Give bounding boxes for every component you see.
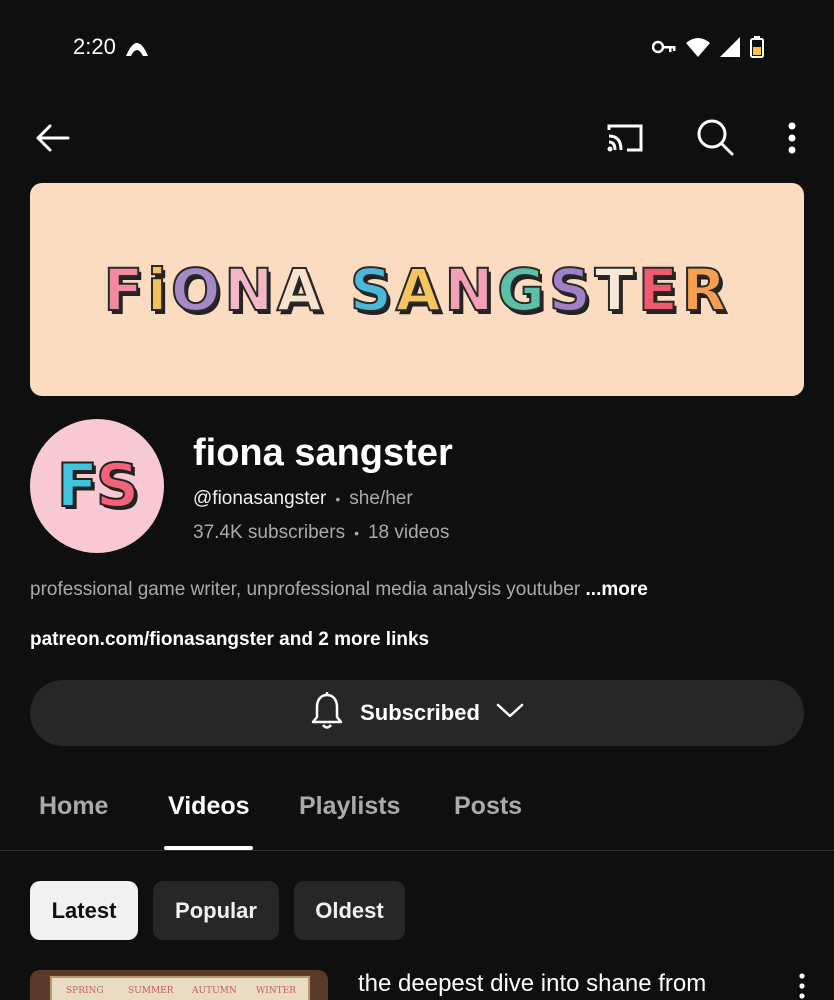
tab-home[interactable]: Home xyxy=(39,792,108,821)
thumb-label: AUTUMN xyxy=(192,986,237,996)
status-time: 2:20 xyxy=(73,34,116,59)
banner-letter: A xyxy=(276,255,326,325)
subscribed-label: Subscribed xyxy=(360,700,480,725)
channel-avatar[interactable]: FS xyxy=(30,419,164,553)
avatar-letter-f: F xyxy=(56,450,99,522)
thumb-label: WINTER xyxy=(256,986,297,996)
banner-letter: E xyxy=(637,255,682,325)
banner-letter: N xyxy=(444,255,498,325)
wifi-icon xyxy=(686,37,710,62)
banner-letter: i xyxy=(146,255,172,325)
thumbnail-image: SPRING SUMMER AUTUMN WINTER xyxy=(50,976,310,1000)
vpn-shield-icon xyxy=(124,36,150,63)
top-app-bar xyxy=(0,110,834,166)
avatar-monogram: FS xyxy=(56,450,140,522)
banner-letter: G xyxy=(496,255,549,325)
description-text: professional game writer, unprofessional… xyxy=(30,579,581,600)
more-options-button[interactable] xyxy=(775,118,809,162)
cast-button[interactable] xyxy=(600,118,650,162)
banner-title: FiONA SANGSTER xyxy=(103,255,731,325)
channel-stats-row: 37.4K subscribers • 18 videos xyxy=(193,522,449,544)
channel-tabs: Home Videos Playlists Posts xyxy=(0,780,834,851)
video-thumbnail[interactable]: SPRING SUMMER AUTUMN WINTER xyxy=(30,970,328,1000)
banner-letter: N xyxy=(223,255,277,325)
bell-icon xyxy=(310,691,344,735)
separator-dot: • xyxy=(354,525,359,541)
video-title[interactable]: the deepest dive into shane from xyxy=(358,970,706,998)
arrow-left-icon xyxy=(34,123,70,158)
banner-letter: F xyxy=(103,255,148,325)
status-icons xyxy=(651,36,764,63)
banner-letter: S xyxy=(349,255,396,325)
tab-videos[interactable]: Videos xyxy=(168,792,250,821)
avatar-letter-s: S xyxy=(95,450,140,522)
search-icon xyxy=(696,118,734,161)
chip-latest[interactable]: Latest xyxy=(30,881,138,940)
channel-pronouns: she/her xyxy=(349,488,413,509)
video-more-button[interactable] xyxy=(790,972,814,1000)
banner-letter: A xyxy=(395,255,445,325)
cast-icon xyxy=(605,122,645,159)
channel-handle-row: @fionasangster • she/her xyxy=(193,488,413,510)
subscribed-button[interactable]: Subscribed xyxy=(30,680,804,746)
more-vert-icon xyxy=(799,972,805,1000)
tab-playlists[interactable]: Playlists xyxy=(299,792,400,821)
chip-oldest[interactable]: Oldest xyxy=(294,881,405,940)
banner-letter: O xyxy=(170,255,225,325)
banner-letter: R xyxy=(681,255,731,325)
search-button[interactable] xyxy=(692,116,738,162)
banner-letter: S xyxy=(548,255,595,325)
channel-links[interactable]: patreon.com/fionasangster and 2 more lin… xyxy=(30,629,429,651)
thumb-label: SPRING xyxy=(66,986,104,996)
channel-description[interactable]: professional game writer, unprofessional… xyxy=(30,579,648,601)
subscriber-count: 37.4K subscribers xyxy=(193,522,346,543)
description-more-link[interactable]: ...more xyxy=(586,579,648,600)
chip-popular[interactable]: Popular xyxy=(153,881,279,940)
cell-signal-icon xyxy=(720,37,740,62)
thumb-label: SUMMER xyxy=(128,986,174,996)
channel-banner: FiONA SANGSTER xyxy=(30,183,804,396)
status-bar: 2:20 xyxy=(0,0,834,95)
key-icon xyxy=(651,40,676,59)
tab-posts[interactable]: Posts xyxy=(454,792,522,821)
more-vert-icon xyxy=(788,122,796,159)
banner-letter: T xyxy=(594,255,639,325)
battery-icon xyxy=(750,36,764,63)
banner-space xyxy=(326,256,350,324)
channel-name: fiona sangster xyxy=(193,432,453,474)
back-button[interactable] xyxy=(30,118,74,162)
chevron-down-icon xyxy=(496,703,524,724)
video-count: 18 videos xyxy=(367,522,450,543)
separator-dot: • xyxy=(335,491,341,507)
channel-handle: @fionasangster xyxy=(193,488,327,509)
active-tab-indicator xyxy=(164,846,253,850)
